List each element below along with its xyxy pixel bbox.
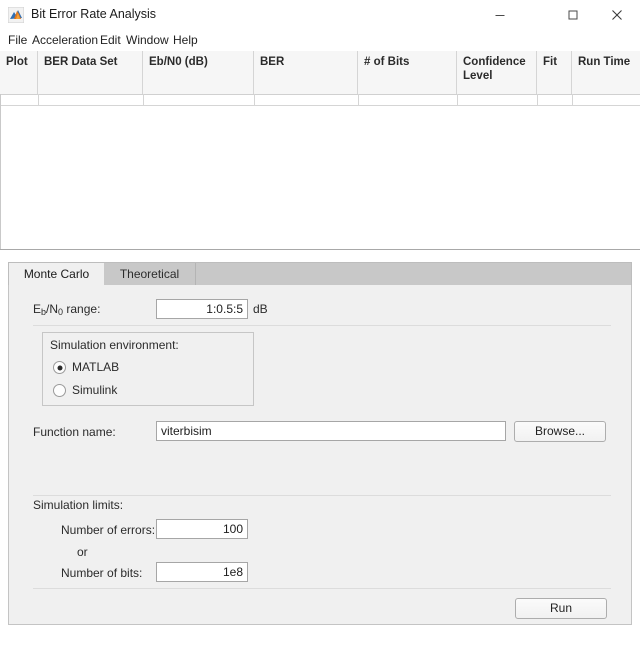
table-row[interactable] [0, 94, 640, 106]
divider-top [33, 325, 611, 326]
menu-item-window[interactable]: Window [123, 33, 172, 48]
or-label: or [77, 545, 88, 559]
tab-monte-carlo[interactable]: Monte Carlo [9, 263, 104, 286]
table-header-row: Plot BER Data Set Eb/N0 (dB) BER # of Bi… [0, 51, 640, 95]
tab-theoretical[interactable]: Theoretical [104, 263, 196, 286]
radio-simulink-label: Simulink [72, 383, 118, 397]
ebno-range-label: Eb/N0 range: [33, 302, 100, 317]
table-header-ber-data-set[interactable]: BER Data Set [38, 51, 143, 94]
minimize-icon[interactable] [477, 0, 523, 30]
function-name-input[interactable]: viterbisim [156, 421, 506, 441]
ebno-label-slash-n: /N [46, 302, 59, 316]
radio-simulink-control[interactable] [53, 384, 66, 397]
simulation-environment-title: Simulation environment: [50, 338, 179, 352]
matlab-membrane-icon [7, 6, 25, 24]
window-title: Bit Error Rate Analysis [31, 7, 157, 21]
close-icon[interactable] [594, 0, 640, 30]
ebno-label-e: E [33, 302, 42, 316]
number-of-bits-label: Number of bits: [61, 566, 143, 580]
ebno-unit-label: dB [253, 302, 268, 316]
table-body-edge [0, 94, 1, 249]
monte-carlo-panel: Eb/N0 range: 1:0.5:5 dB Simulation envir… [8, 285, 632, 625]
simulation-limits-title: Simulation limits: [33, 498, 124, 512]
function-name-label: Function name: [33, 425, 116, 439]
maximize-icon[interactable] [550, 0, 596, 30]
table-header-fit[interactable]: Fit [537, 51, 572, 94]
tab-strip: Monte Carlo Theoretical [8, 262, 632, 286]
table-header-num-bits[interactable]: # of Bits [358, 51, 457, 94]
ebno-range-input[interactable]: 1:0.5:5 [156, 299, 248, 319]
number-of-errors-input[interactable]: 100 [156, 519, 248, 539]
menu-item-help[interactable]: Help [170, 33, 201, 48]
menu-item-edit[interactable]: Edit [97, 33, 124, 48]
table-header-plot[interactable]: Plot [0, 51, 38, 94]
number-of-errors-label: Number of errors: [61, 523, 156, 537]
radio-matlab-label: MATLAB [72, 360, 120, 374]
divider-bottom [33, 588, 611, 589]
menu-item-file[interactable]: File [5, 33, 30, 48]
browse-button[interactable]: Browse... [514, 421, 606, 442]
menu-bar: File Acceleration Edit Window Help [0, 30, 640, 52]
table-header-ber[interactable]: BER [254, 51, 358, 94]
table-header-run-time[interactable]: Run Time [572, 51, 640, 94]
ber-results-table[interactable]: Plot BER Data Set Eb/N0 (dB) BER # of Bi… [0, 51, 640, 250]
menu-item-acceleration[interactable]: Acceleration [29, 33, 101, 48]
divider-middle [33, 495, 611, 496]
number-of-bits-input[interactable]: 1e8 [156, 562, 248, 582]
title-bar: Bit Error Rate Analysis [0, 0, 640, 31]
radio-matlab-control[interactable] [53, 361, 66, 374]
table-header-ebno[interactable]: Eb/N0 (dB) [143, 51, 254, 94]
ebno-label-range: range: [63, 302, 101, 316]
run-button[interactable]: Run [515, 598, 607, 619]
table-header-confidence[interactable]: Confidence Level [457, 51, 537, 94]
